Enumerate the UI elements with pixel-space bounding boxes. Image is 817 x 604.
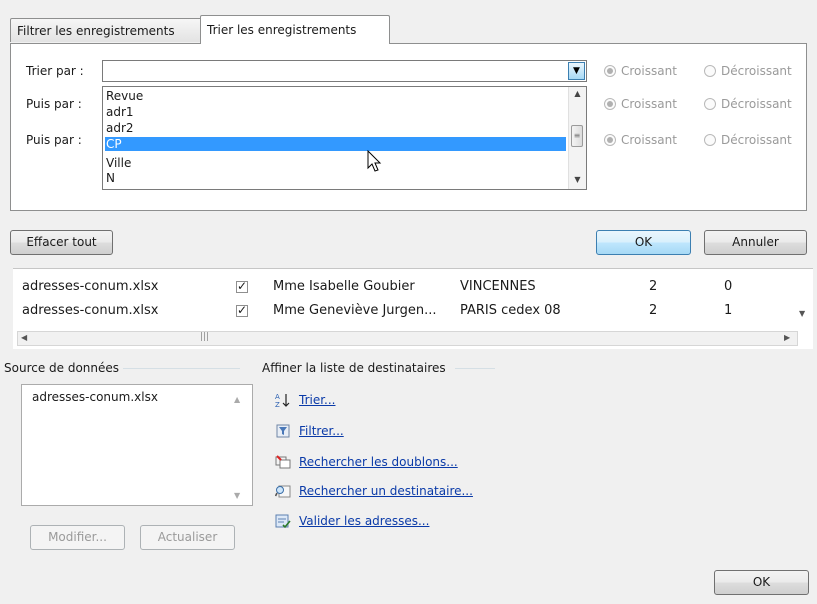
dropdown-option-selected[interactable]: CP	[105, 137, 566, 151]
recipients-grid[interactable]: adresses-conum.xlsx ✓ Mme Isabelle Goubi…	[13, 268, 813, 349]
ascending-label: Croissant	[621, 133, 677, 147]
dropdown-scrollbar[interactable]: ▲ ≡ ▼	[568, 87, 586, 189]
scroll-up-icon[interactable]: ▲	[234, 395, 240, 404]
radio-on-icon	[604, 98, 616, 110]
radio-off-icon	[704, 134, 716, 146]
tab-filter-label: Filtrer les enregistrements	[17, 24, 175, 38]
number-cell: 0	[724, 279, 733, 294]
sort-by-ascending-radio[interactable]: Croissant	[604, 64, 677, 78]
final-ok-button[interactable]: OK	[714, 570, 809, 595]
radio-on-icon	[604, 134, 616, 146]
dropdown-option[interactable]: adr2	[105, 121, 566, 135]
sort-link[interactable]: A Z Trier...	[275, 392, 336, 408]
validate-addresses-link[interactable]: Valider les adresses...	[275, 513, 429, 529]
filter-icon	[276, 424, 290, 438]
sort-by-descending-radio[interactable]: Décroissant	[704, 64, 792, 78]
tab-sort-records[interactable]: Trier les enregistrements	[200, 15, 390, 44]
group-divider	[110, 368, 240, 369]
sort-az-icon: A Z	[275, 393, 290, 408]
dropdown-option[interactable]: Ville	[105, 156, 566, 170]
city-cell: PARIS cedex 08	[460, 303, 561, 318]
scroll-down-icon[interactable]: ▼	[569, 173, 586, 187]
clear-all-button[interactable]: Effacer tout	[10, 230, 113, 255]
include-checkbox[interactable]: ✓	[236, 304, 248, 317]
dropdown-option[interactable]: Revue	[105, 89, 566, 103]
find-recipient-icon	[275, 485, 291, 498]
grid-scroll-down-icon[interactable]: ▼	[799, 309, 805, 318]
ascending-label: Croissant	[621, 97, 677, 111]
scroll-left-icon[interactable]: ◀	[21, 333, 27, 342]
tab-sort-label: Trier les enregistrements	[207, 23, 357, 37]
validate-addresses-icon	[275, 514, 291, 529]
then-by-2-descending-radio[interactable]: Décroissant	[704, 133, 792, 147]
then-by-1-descending-radio[interactable]: Décroissant	[704, 97, 792, 111]
data-source-title: Source de données	[4, 361, 124, 375]
ascending-label: Croissant	[621, 64, 677, 78]
dropdown-arrow-icon[interactable]: ▼	[568, 62, 585, 80]
descending-label: Décroissant	[721, 64, 792, 78]
radio-off-icon	[704, 65, 716, 77]
scroll-thumb[interactable]: ≡	[571, 125, 583, 147]
filter-link[interactable]: Filtrer...	[275, 423, 344, 439]
cancel-button[interactable]: Annuler	[704, 230, 807, 255]
scroll-right-icon[interactable]: ▶	[784, 333, 790, 342]
validate-addresses-link-label[interactable]: Valider les adresses...	[299, 514, 429, 528]
radio-off-icon	[704, 98, 716, 110]
descending-label: Décroissant	[721, 133, 792, 147]
sort-by-label: Trier par :	[26, 64, 84, 78]
find-recipient-link-label[interactable]: Rechercher un destinataire...	[299, 484, 473, 498]
dropdown-option[interactable]: N	[105, 171, 566, 185]
scroll-down-icon[interactable]: ▼	[234, 491, 240, 500]
sort-link-label[interactable]: Trier...	[299, 393, 336, 407]
sort-records-dialog: Filtrer les enregistrements Trier les en…	[0, 0, 817, 268]
radio-on-icon	[604, 65, 616, 77]
then-by-2-label: Puis par :	[26, 133, 82, 147]
scroll-up-icon[interactable]: ▲	[569, 87, 586, 101]
name-cell: Mme Geneviève Jurgen...	[273, 303, 437, 318]
then-by-2-ascending-radio[interactable]: Croissant	[604, 133, 677, 147]
scroll-thumb-grip-icon[interactable]: |||	[200, 332, 209, 342]
find-duplicates-link[interactable]: Rechercher les doublons...	[275, 454, 458, 470]
descending-label: Décroissant	[721, 97, 792, 111]
filter-link-label[interactable]: Filtrer...	[299, 424, 344, 438]
city-cell: VINCENNES	[460, 279, 536, 294]
tab-filter-records[interactable]: Filtrer les enregistrements	[10, 18, 202, 42]
source-cell: adresses-conum.xlsx	[22, 303, 159, 318]
ok-button[interactable]: OK	[596, 230, 691, 255]
refresh-button[interactable]: Actualiser	[140, 525, 235, 550]
group-divider	[455, 368, 495, 369]
svg-text:Z: Z	[275, 401, 280, 408]
then-by-1-ascending-radio[interactable]: Croissant	[604, 97, 677, 111]
number-cell: 2	[649, 303, 658, 318]
dropdown-option[interactable]: adr1	[105, 105, 566, 119]
grid-horizontal-scrollbar[interactable]: ◀ ||| ▶	[17, 331, 798, 346]
duplicates-icon	[275, 455, 291, 469]
name-cell: Mme Isabelle Goubier	[273, 279, 415, 294]
number-cell: 1	[724, 303, 733, 318]
find-recipient-link[interactable]: Rechercher un destinataire...	[275, 483, 473, 499]
include-checkbox[interactable]: ✓	[236, 280, 248, 293]
then-by-1-label: Puis par :	[26, 97, 82, 111]
source-cell: adresses-conum.xlsx	[22, 279, 159, 294]
refine-list-title: Affiner la liste de destinataires	[262, 361, 450, 375]
list-item[interactable]: adresses-conum.xlsx	[32, 390, 158, 404]
find-duplicates-link-label[interactable]: Rechercher les doublons...	[299, 455, 458, 469]
svg-text:A: A	[275, 393, 280, 401]
field-dropdown-list[interactable]: Revue adr1 adr2 CP Ville N ▲ ≡ ▼	[102, 86, 587, 190]
number-cell: 2	[649, 279, 658, 294]
mouse-cursor-icon	[367, 150, 382, 172]
data-source-list[interactable]: adresses-conum.xlsx ▲ ▼	[21, 384, 253, 506]
modify-button[interactable]: Modifier...	[30, 525, 125, 550]
sort-by-combo[interactable]: ▼	[102, 60, 587, 82]
